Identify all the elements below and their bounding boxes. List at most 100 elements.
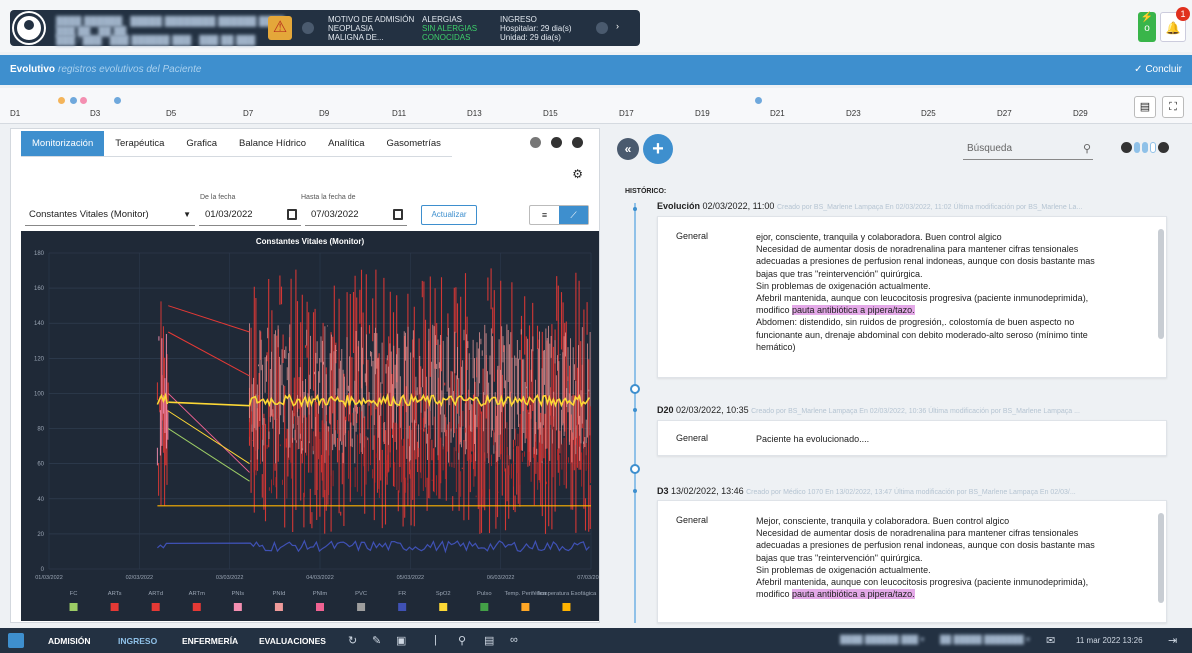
gear-icon[interactable]: ⚙ — [572, 167, 583, 181]
event-dot[interactable] — [70, 97, 77, 104]
pager-next-icon[interactable] — [1158, 142, 1169, 153]
nav-enfermeria[interactable]: ENFERMERÍA — [182, 636, 238, 646]
calendar-icon[interactable] — [287, 209, 297, 220]
conclude-button[interactable]: ✓ Concluir — [1134, 64, 1182, 75]
legend-swatch — [192, 603, 201, 611]
legend-label: ARTm — [189, 591, 205, 597]
legend-swatch — [110, 603, 119, 611]
tab-monitorizacion[interactable]: Monitorización — [21, 131, 105, 157]
entry-header[interactable]: Evolución 02/03/2022, 11:00 Creado por B… — [657, 201, 1167, 211]
event-dot[interactable] — [58, 97, 65, 104]
document-icon[interactable]: ▤ — [484, 634, 494, 647]
tool-icon[interactable]: ✎ — [372, 634, 381, 647]
y-tick-label: 180 — [34, 251, 45, 257]
y-tick-label: 100 — [34, 391, 45, 397]
day-label[interactable]: D3 — [90, 109, 100, 118]
update-button[interactable]: Actualizar — [421, 205, 477, 225]
event-dot[interactable] — [755, 97, 762, 104]
next-icon[interactable] — [551, 137, 562, 148]
entry-header[interactable]: D3 13/02/2022, 13:46 Creado por Médico 1… — [657, 486, 1167, 496]
link-icon[interactable]: ∞ — [510, 634, 518, 646]
prev-icon[interactable] — [530, 137, 541, 148]
to-date-label: Hasta la fecha de — [301, 194, 356, 201]
scrollbar[interactable] — [1158, 229, 1164, 339]
legend-label: PNId — [272, 591, 285, 597]
day-label[interactable]: D5 — [166, 109, 176, 118]
history-panel: « + Búsqueda ⚲ HISTÓRICO: Evolución 02/0… — [607, 128, 1187, 623]
x-tick-label: 04/03/2022 — [306, 575, 334, 581]
day-label[interactable]: D13 — [467, 109, 482, 118]
day-label[interactable]: D21 — [770, 109, 785, 118]
entry-line: Necesidad de aumentar dosis de noradrena… — [756, 244, 1079, 255]
chevron-right-icon[interactable]: › — [616, 21, 619, 31]
search-icon[interactable]: ⚲ — [458, 634, 466, 647]
divider: | — [434, 634, 437, 646]
day-label[interactable]: D25 — [921, 109, 936, 118]
from-date-value: 01/03/2022 — [205, 209, 253, 220]
entry-datetime: 02/03/2022, 10:35 — [676, 405, 749, 415]
scrollbar[interactable] — [1158, 513, 1164, 603]
nav-admision[interactable]: ADMISIÓN — [48, 636, 91, 646]
expand-icon[interactable]: ⛶ — [1162, 96, 1184, 118]
day-label[interactable]: D7 — [243, 109, 253, 118]
tab-analitica[interactable]: Analítica — [317, 131, 376, 157]
pager-prev-icon[interactable] — [1121, 142, 1132, 153]
logout-icon[interactable]: ⇥ — [1168, 634, 1177, 647]
more-icon[interactable] — [572, 137, 583, 148]
patient-location-blurred: ███ / ███ · ███ ██████ ███ · ███ ██ ███ — [56, 35, 256, 45]
day-label[interactable]: D19 — [695, 109, 710, 118]
collapse-icon[interactable]: « — [617, 138, 639, 160]
chart-title: Constantes Vitales (Monitor) — [256, 237, 365, 246]
tab-actions — [530, 137, 583, 148]
from-date-input[interactable]: 01/03/2022 — [199, 204, 301, 226]
day-label[interactable]: D11 — [392, 109, 406, 118]
day-label[interactable]: D17 — [619, 109, 634, 118]
timeline-line — [634, 203, 636, 623]
highlighted-text: pauta antibiótica a pipera/tazo. — [792, 305, 915, 316]
timeline-node[interactable] — [630, 464, 640, 474]
event-dot[interactable] — [80, 97, 87, 104]
search-icon[interactable]: ⚲ — [1083, 138, 1091, 160]
tab-balance-hidrico[interactable]: Balance Hídrico — [228, 131, 318, 157]
calendar-icon[interactable] — [393, 209, 403, 220]
fall-risk-icon[interactable]: ⚠ — [268, 16, 292, 40]
app-logo-icon[interactable] — [8, 633, 24, 648]
chart-view-icon[interactable]: ⟋ — [559, 206, 588, 224]
event-dot[interactable] — [114, 97, 121, 104]
patient-name-blurred: ████ ██████ · █████ ████████ ██████ ████ — [56, 16, 285, 26]
nav-evaluaciones[interactable]: EVALUACIONES — [259, 636, 326, 646]
day-label[interactable]: D1 — [10, 109, 20, 118]
day-label[interactable]: D9 — [319, 109, 329, 118]
timeline-node[interactable] — [630, 384, 640, 394]
entry-line: Abdomen: distendido, sin ruidos de progr… — [756, 317, 1075, 328]
entry-line: Sin problemas de oxigenación actualmente… — [756, 564, 931, 575]
entry-header[interactable]: D20 02/03/2022, 10:35 Creado por BS_Marl… — [657, 405, 1167, 415]
notifications-button[interactable]: 🔔 1 — [1160, 7, 1190, 42]
entry-line: Sin problemas de oxigenación actualmente… — [756, 280, 931, 291]
day-label[interactable]: D27 — [997, 109, 1012, 118]
document-icon[interactable]: ▤ — [1134, 96, 1156, 118]
view-toggle[interactable]: ≡ ⟋ — [529, 205, 589, 225]
y-tick-label: 160 — [34, 286, 45, 292]
id-card-icon[interactable]: ▣ — [396, 634, 406, 647]
chart-type-select[interactable]: Constantes Vitales (Monitor) ▼ — [25, 204, 195, 226]
entry-text: Mejor, consciente, tranquila y colaborad… — [756, 515, 1152, 600]
search-input[interactable]: Búsqueda ⚲ — [963, 138, 1093, 160]
section-subtitle: registros evolutivos del Paciente — [58, 64, 202, 75]
patient-card[interactable]: ████ ██████ · █████ ████████ ██████ ████… — [10, 10, 640, 46]
tab-gasometrias[interactable]: Gasometrías — [375, 131, 452, 157]
tab-grafica[interactable]: Grafica — [175, 131, 228, 157]
day-label[interactable]: D15 — [543, 109, 558, 118]
table-view-icon[interactable]: ≡ — [530, 206, 559, 224]
monitoring-panel: Monitorización Terapéutica Grafica Balan… — [10, 128, 600, 623]
tab-terapeutica[interactable]: Terapéutica — [104, 131, 176, 157]
day-label[interactable]: D29 — [1073, 109, 1088, 118]
add-button[interactable]: + — [643, 134, 673, 164]
nav-ingreso[interactable]: INGRESO — [118, 636, 157, 646]
entry-meta: Creado por BS_Marlene Lampaça En 02/03/2… — [776, 204, 1083, 211]
green-status-icon[interactable]: ⚡ o — [1138, 12, 1156, 42]
refresh-icon[interactable]: ↻ — [348, 634, 357, 647]
to-date-input[interactable]: 07/03/2022 — [305, 204, 407, 226]
day-label[interactable]: D23 — [846, 109, 861, 118]
mail-icon[interactable]: ✉ — [1046, 634, 1055, 647]
